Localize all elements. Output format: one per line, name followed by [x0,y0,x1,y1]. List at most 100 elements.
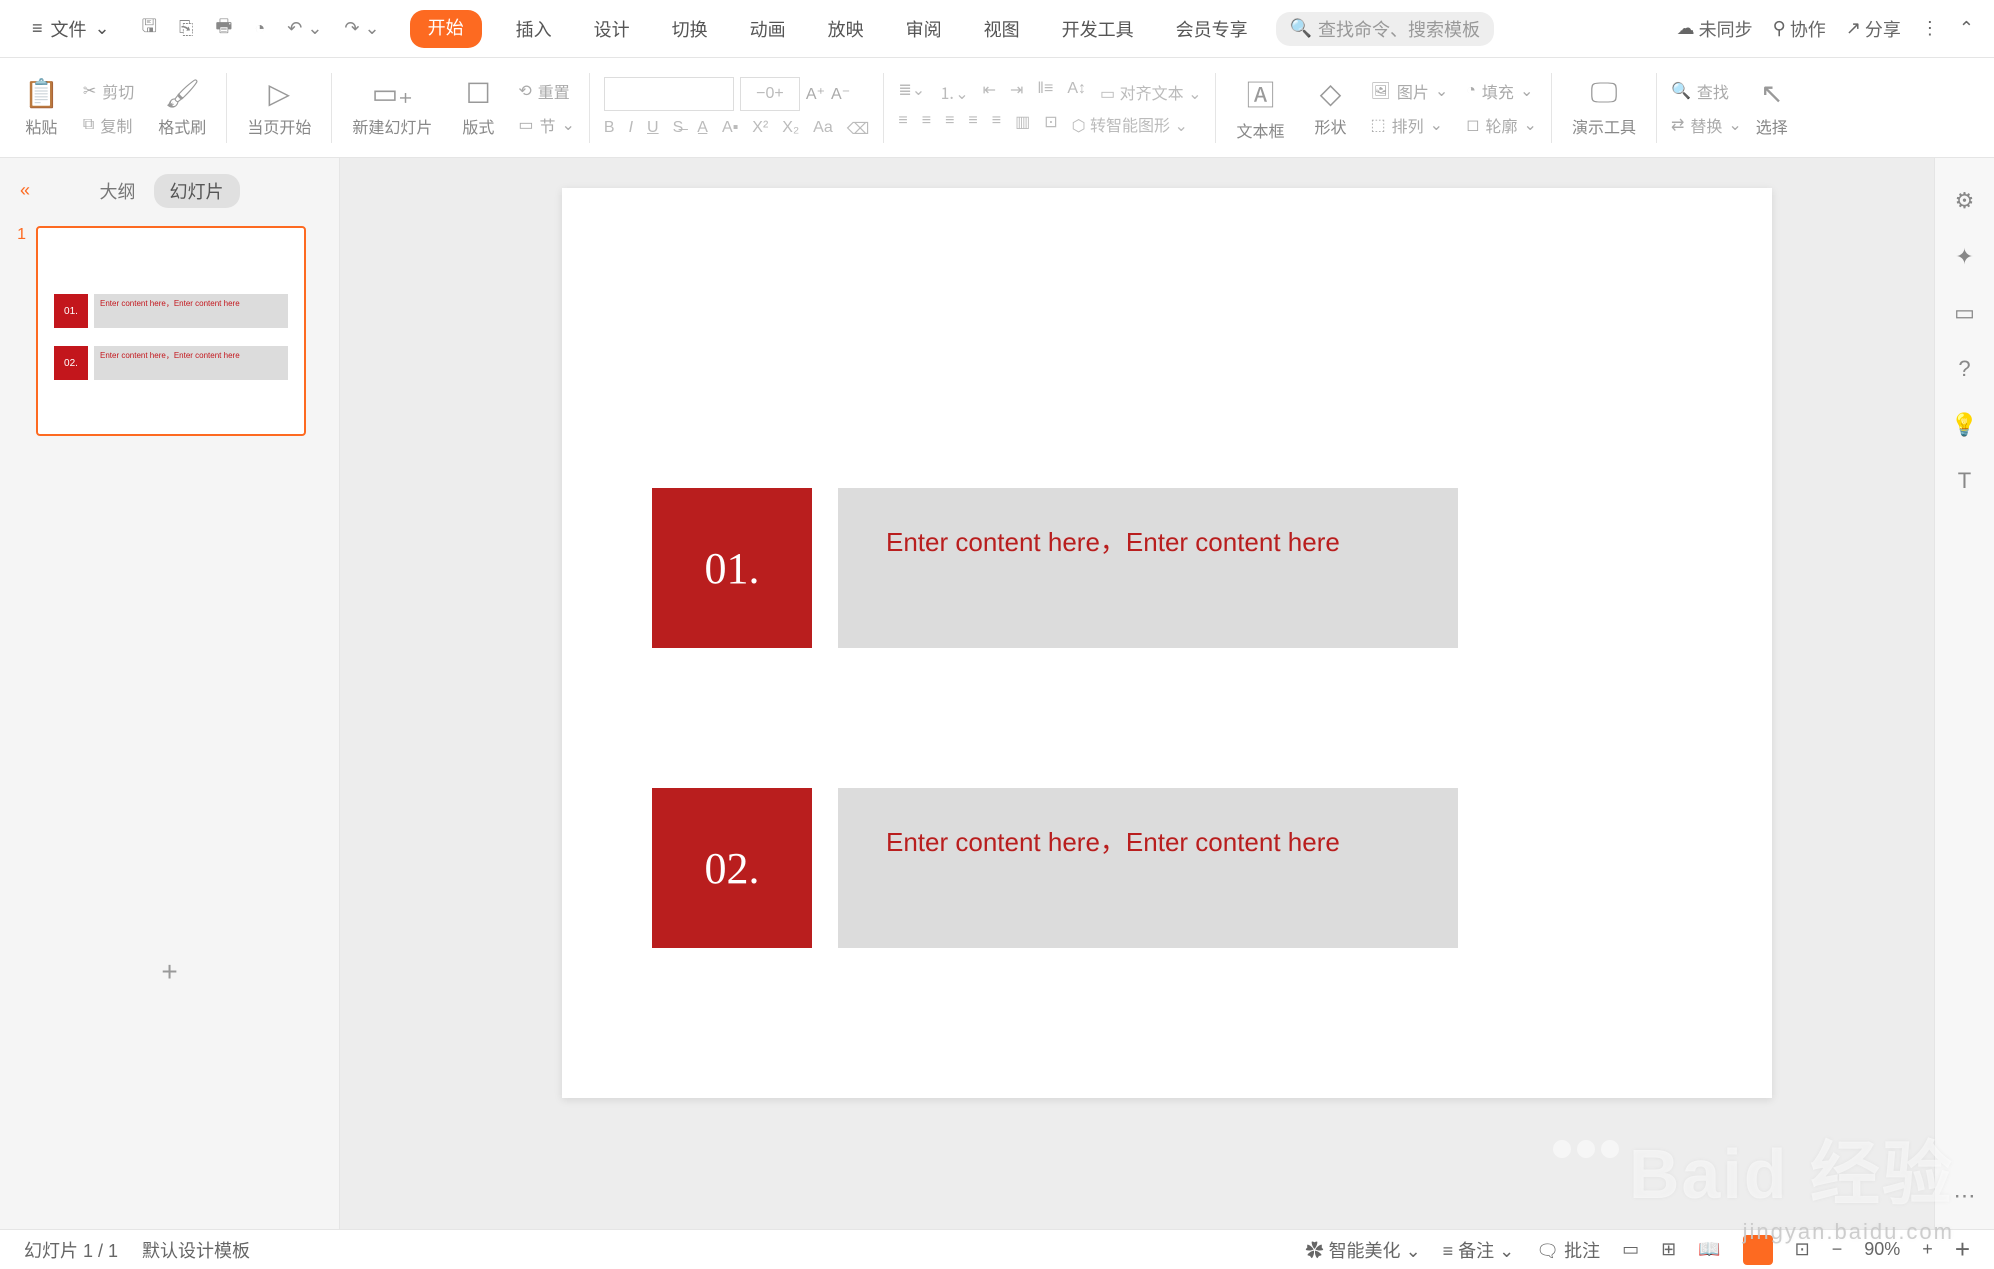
font-color-button[interactable]: A̲ [697,119,708,139]
slideshow-view-icon[interactable] [1743,1235,1773,1265]
collab-button[interactable]: ⚲ 协作 [1773,16,1826,42]
justify-button[interactable]: ≡ [968,112,977,136]
picture-button[interactable]: 🖼 图片 ⌄ [1371,79,1449,103]
present-tools-button[interactable]: 🖵 演示工具 [1566,73,1642,142]
font-size-select[interactable]: − 0 + [740,77,800,111]
convert-smart-button[interactable]: ⬡ 转智能图形 ⌄ [1072,112,1188,136]
strike-button[interactable]: S̶ [673,119,684,139]
tab-insert[interactable]: 插入 [508,10,560,48]
bullets-button[interactable]: ≣⌄ [898,80,925,104]
slide-thumbnail-1[interactable]: 01. Enter content here，Enter content her… [36,226,306,436]
paste-group[interactable]: 📋 粘贴 [18,73,65,142]
collapse-panel-icon[interactable]: « [20,180,30,201]
add-slide-button[interactable]: + [10,956,329,988]
increase-font-icon[interactable]: A⁺ [806,84,825,104]
from-current-button[interactable]: ▷ 当页开始 [241,73,317,142]
add-panel-icon[interactable]: + [1955,1234,1970,1265]
tab-animation[interactable]: 动画 [742,10,794,48]
numbering-button[interactable]: ⒈⌄ [939,80,968,104]
margins-button[interactable]: ⊡ [1044,112,1057,136]
file-menu[interactable]: ≡ 文件 ⌄ [20,10,122,48]
more-tools-icon[interactable]: ⋯ [1954,1183,1976,1209]
reading-view-icon[interactable]: 📖 [1698,1239,1720,1260]
notes-toggle[interactable]: ≡ 备注 ⌄ [1443,1237,1515,1263]
change-case-button[interactable]: Aa [813,119,833,139]
tab-start[interactable]: 开始 [410,10,482,48]
comments-toggle[interactable]: 🗨 批注 [1536,1237,1600,1263]
save-icon[interactable]: 🖫 [142,14,157,44]
select-button[interactable]: ↖ 选择 [1750,73,1794,142]
undo-icon[interactable]: ↶ ⌄ [287,18,322,39]
search-box[interactable]: 🔍 查找命令、搜索模板 [1276,12,1494,46]
template-icon[interactable]: ▭ [1954,300,1975,326]
tab-review[interactable]: 审阅 [898,10,950,48]
align-text-button[interactable]: ▭ 对齐文本 ⌄ [1100,80,1201,104]
zoom-out-icon[interactable]: − [1832,1239,1843,1260]
slides-tab[interactable]: 幻灯片 [154,174,240,208]
format-painter[interactable]: 🖌 格式刷 [152,73,212,142]
highlight-button[interactable]: A▪ [722,119,738,139]
slide-number-box-2[interactable]: 02. [652,788,812,948]
indent-right-button[interactable]: ⇥ [1010,80,1023,104]
slide-number-box-1[interactable]: 01. [652,488,812,648]
share-button[interactable]: ↗ 分享 [1846,16,1901,42]
bold-button[interactable]: B [604,119,615,139]
idea-icon[interactable]: 💡 [1951,412,1978,438]
new-slide-button[interactable]: ▭₊ 新建幻灯片 [346,73,438,142]
more-icon[interactable]: ⋮ [1921,18,1939,39]
underline-button[interactable]: U [647,119,659,139]
slide-content-box-1[interactable]: Enter content here，Enter content here [838,488,1458,648]
align-center-button[interactable]: ≡ [922,112,931,136]
italic-button[interactable]: I [629,119,633,139]
preview-icon[interactable]: ◔ [254,18,265,39]
slide-canvas[interactable]: 01. Enter content here，Enter content her… [562,188,1772,1098]
superscript-button[interactable]: X² [752,119,768,139]
zoom-value[interactable]: 90% [1864,1239,1900,1260]
section-button[interactable]: ▭ 节 ⌄ [518,113,575,137]
line-spacing-button[interactable]: ‖≡ [1037,80,1053,104]
subscript-button[interactable]: X₂ [782,119,799,139]
replace-button[interactable]: ⇄ 替换 ⌄ [1671,113,1742,137]
outline-button[interactable]: ◻ 轮廓 ⌄ [1466,113,1537,137]
slide-content-box-2[interactable]: Enter content here，Enter content here [838,788,1458,948]
help-icon[interactable]: ? [1958,356,1970,382]
reset-button[interactable]: ⟲ 重置 [518,79,575,103]
cut-button[interactable]: ✂ 剪切 [83,79,134,103]
smart-beautify-button[interactable]: ✿ 智能美化 ⌄ [1306,1237,1421,1263]
collapse-ribbon-icon[interactable]: ⌃ [1959,18,1974,39]
settings-sliders-icon[interactable]: ⚙ [1955,188,1975,214]
indent-left-button[interactable]: ⇤ [983,80,996,104]
distribute-button[interactable]: ≡ [992,112,1001,136]
text-direction-button[interactable]: A↕ [1067,80,1086,104]
text-icon[interactable]: T [1958,468,1971,494]
fill-button[interactable]: ◔ 填充 ⌄ [1466,79,1537,103]
arrange-button[interactable]: ⬚ 排列 ⌄ [1371,113,1449,137]
redo-icon[interactable]: ↷ ⌄ [344,18,379,39]
shape-button[interactable]: ◇ 形状 [1309,73,1353,142]
tab-dev[interactable]: 开发工具 [1054,10,1142,48]
align-right-button[interactable]: ≡ [945,112,954,136]
sync-button[interactable]: ☁ 未同步 [1677,16,1753,42]
textbox-button[interactable]: 🄰 文本框 [1230,70,1290,146]
tab-view[interactable]: 视图 [976,10,1028,48]
normal-view-icon[interactable]: ▭ [1622,1239,1639,1260]
sparkle-icon[interactable]: ✦ [1955,244,1973,270]
fit-icon[interactable]: ⊡ [1795,1239,1810,1260]
print-icon[interactable]: 🖶 [215,14,232,44]
decrease-font-icon[interactable]: A⁻ [831,84,850,104]
columns-button[interactable]: ▥ [1015,112,1030,136]
tab-slideshow[interactable]: 放映 [820,10,872,48]
find-button[interactable]: 🔍 查找 [1671,79,1742,103]
align-left-button[interactable]: ≡ [898,112,907,136]
tab-transition[interactable]: 切换 [664,10,716,48]
sorter-view-icon[interactable]: ⊞ [1661,1239,1676,1260]
copy-button[interactable]: ⧉ 复制 [83,113,134,137]
layout-button[interactable]: ☐ 版式 [456,73,500,142]
zoom-in-icon[interactable]: + [1922,1239,1933,1260]
outline-tab[interactable]: 大纲 [100,178,136,204]
tab-design[interactable]: 设计 [586,10,638,48]
clear-format-button[interactable]: ⌫ [847,119,870,139]
tab-vip[interactable]: 会员专享 [1168,10,1256,48]
font-select[interactable] [604,77,734,111]
export-icon[interactable]: ⎘ [179,18,193,39]
